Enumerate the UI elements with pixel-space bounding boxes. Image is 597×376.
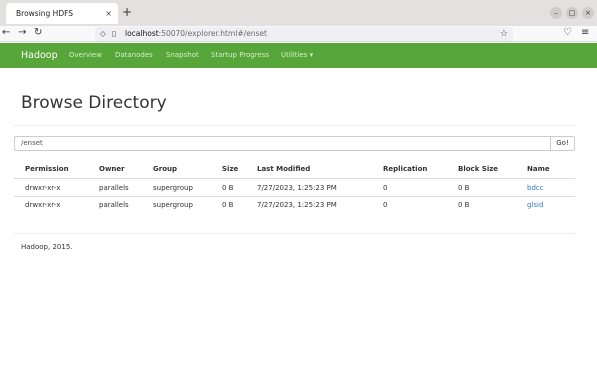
url-path: :50070/explorer.html#/enset <box>158 29 267 38</box>
maximize-icon[interactable]: □ <box>566 7 578 19</box>
cell-last-modified: 7/27/2023, 1:25:23 PM <box>257 184 337 192</box>
col-header-name[interactable]: Name <box>527 165 550 173</box>
browser-tab-bar: Browsing HDFS × + – □ × <box>0 0 597 26</box>
back-arrow-icon[interactable]: ← <box>2 27 10 38</box>
header-divider <box>14 178 575 179</box>
nav-utilities[interactable]: Utilities ▾ <box>281 43 313 68</box>
close-window-icon[interactable]: × <box>582 7 594 19</box>
cell-group: supergroup <box>153 184 193 192</box>
bookmark-star-icon[interactable]: ☆ <box>500 27 508 41</box>
cell-size: 0 B <box>222 184 234 192</box>
cell-size: 0 B <box>222 201 234 209</box>
cell-block-size: 0 B <box>458 201 470 209</box>
shield-icon: ◇ <box>100 29 106 38</box>
cell-owner: parallels <box>99 184 129 192</box>
title-divider <box>14 125 575 126</box>
col-header-replication[interactable]: Replication <box>383 165 427 173</box>
col-header-permission[interactable]: Permission <box>25 165 69 173</box>
col-header-block-size[interactable]: Block Size <box>458 165 498 173</box>
cell-last-modified: 7/27/2023, 1:25:23 PM <box>257 201 337 209</box>
nav-snapshot[interactable]: Snapshot <box>166 43 199 68</box>
url-bar[interactable]: ◇ ▯ localhost:50070/explorer.html#/enset… <box>95 27 513 41</box>
pocket-icon[interactable]: ♡ <box>563 27 572 38</box>
browser-tab[interactable]: Browsing HDFS × <box>6 3 118 24</box>
tab-close-icon[interactable]: × <box>105 3 112 24</box>
page-info-icon[interactable]: ▯ <box>112 27 116 41</box>
footer-divider <box>14 233 575 234</box>
cell-block-size: 0 B <box>458 184 470 192</box>
cell-name-link[interactable]: bdcc <box>527 184 544 192</box>
brand-link[interactable]: Hadoop <box>21 43 58 68</box>
url-host: localhost <box>125 29 159 38</box>
menu-icon[interactable]: ≡ <box>581 27 589 38</box>
cell-name-link[interactable]: glsid <box>527 201 543 209</box>
path-input[interactable]: /enset <box>14 136 551 151</box>
cell-replication: 0 <box>383 201 388 209</box>
minimize-icon[interactable]: – <box>550 7 562 19</box>
browser-nav-bar: ← → ↻ ◇ ▯ localhost:50070/explorer.html#… <box>0 26 597 42</box>
cell-owner: parallels <box>99 201 129 209</box>
cell-permission: drwxr-xr-x <box>25 201 61 209</box>
new-tab-icon[interactable]: + <box>122 5 132 19</box>
hadoop-navbar: Hadoop Overview Datanodes Snapshot Start… <box>0 43 597 68</box>
tab-title: Browsing HDFS <box>16 9 74 18</box>
col-header-owner[interactable]: Owner <box>99 165 125 173</box>
col-header-last-modified[interactable]: Last Modified <box>257 165 310 173</box>
page-title: Browse Directory <box>21 93 167 113</box>
nav-startup-progress[interactable]: Startup Progress <box>211 43 269 68</box>
cell-replication: 0 <box>383 184 388 192</box>
forward-arrow-icon[interactable]: → <box>18 27 26 38</box>
footer-text: Hadoop, 2015. <box>21 243 73 251</box>
col-header-group[interactable]: Group <box>153 165 177 173</box>
row-divider <box>14 196 575 197</box>
nav-datanodes[interactable]: Datanodes <box>115 43 153 68</box>
nav-overview[interactable]: Overview <box>69 43 102 68</box>
cell-group: supergroup <box>153 201 193 209</box>
cell-permission: drwxr-xr-x <box>25 184 61 192</box>
go-button[interactable]: Go! <box>550 136 575 151</box>
reload-icon[interactable]: ↻ <box>34 27 42 38</box>
col-header-size[interactable]: Size <box>222 165 238 173</box>
